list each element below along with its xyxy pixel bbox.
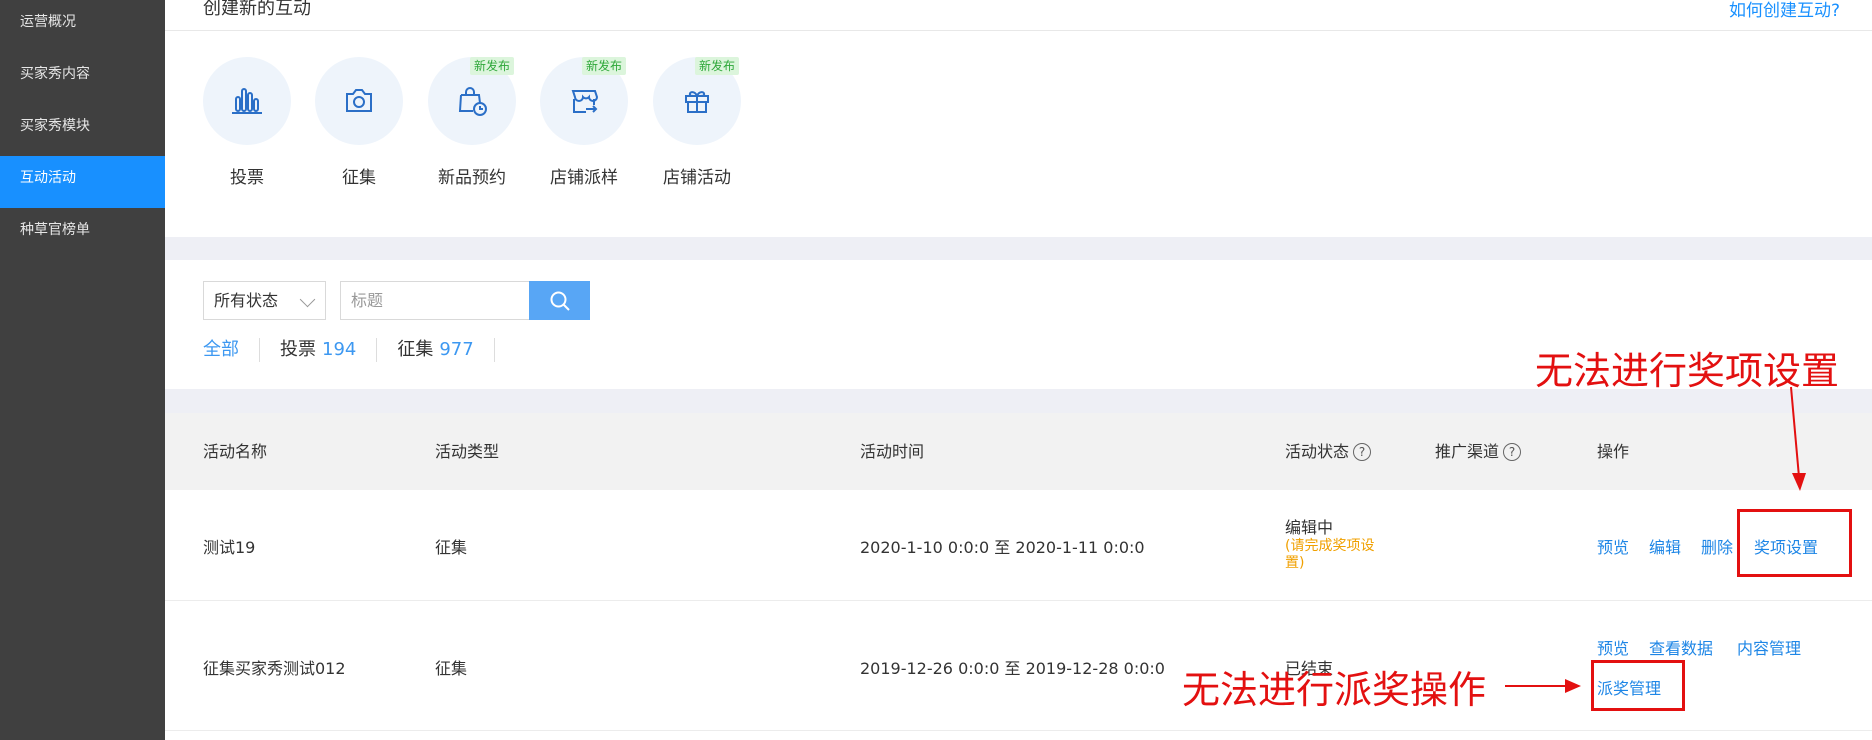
activity-time: 2019-12-26 0:0:0 至 2019-12-28 0:0:0 xyxy=(860,659,1165,678)
status-text: 编辑中 xyxy=(1285,518,1334,537)
tab-label: 投票 xyxy=(280,339,316,360)
shopping-bag-clock-icon xyxy=(458,87,487,116)
activity-status: 编辑中 (请完成奖项设 置) xyxy=(1285,514,1374,572)
status-select-value: 所有状态 xyxy=(214,291,279,310)
edit-link[interactable]: 编辑 xyxy=(1649,534,1681,558)
tab-all[interactable]: 全部 xyxy=(203,338,260,362)
new-release-badge: 新发布 xyxy=(582,57,627,75)
tab-vote[interactable]: 投票 194 xyxy=(260,338,378,362)
new-release-badge: 新发布 xyxy=(695,57,740,75)
table-header: 活动名称 活动类型 活动时间 活动状态? 推广渠道? 操作 xyxy=(165,413,1872,490)
gift-icon xyxy=(685,91,709,113)
tab-collect[interactable]: 征集 977 xyxy=(377,338,495,362)
activity-type-collect[interactable]: 征集 xyxy=(315,57,403,188)
chevron-down-icon xyxy=(299,291,316,308)
storefront-arrow-icon xyxy=(571,90,599,113)
preview-link[interactable]: 预览 xyxy=(1597,534,1629,558)
annotation-bottom: 无法进行派奖操作 xyxy=(1182,668,1487,712)
column-header-status-label: 活动状态 xyxy=(1285,442,1350,461)
search-input[interactable] xyxy=(340,281,530,320)
activity-type-store-event[interactable]: 店铺活动 新发布 xyxy=(653,57,741,188)
column-header-status: 活动状态? xyxy=(1285,413,1372,490)
arrow-down-icon xyxy=(1790,386,1806,491)
camera-icon xyxy=(346,89,372,112)
activity-type-vote[interactable]: 投票 xyxy=(203,57,291,188)
filter-tabs: 全部 投票 194 征集 977 xyxy=(203,338,495,362)
sidebar-item-buyer-show-module[interactable]: 买家秀模块 xyxy=(0,104,165,156)
activity-type-label: 店铺派样 xyxy=(550,168,618,188)
table-row: 测试19 征集 2020-1-10 0:0:0 至 2020-1-11 0:0:… xyxy=(165,490,1872,601)
activity-name: 征集买家秀测试012 xyxy=(203,659,346,678)
column-header-ops: 操作 xyxy=(1597,442,1630,461)
activity-type-label: 征集 xyxy=(342,168,376,188)
status-warning-line2: 置) xyxy=(1285,555,1305,571)
bar-chart-icon xyxy=(232,88,262,114)
column-header-channel-label: 推广渠道 xyxy=(1435,442,1500,461)
activity-type-label: 投票 xyxy=(230,168,264,188)
view-data-link[interactable]: 查看数据 xyxy=(1649,635,1713,659)
help-link[interactable]: 如何创建互动? xyxy=(1729,0,1840,21)
column-header-name: 活动名称 xyxy=(203,442,268,461)
sidebar-item-grass-ranking[interactable]: 种草官榜单 xyxy=(0,208,165,260)
arrow-right-icon xyxy=(1505,679,1581,693)
activity-type-label: 新品预约 xyxy=(438,168,506,188)
divider xyxy=(165,30,1872,31)
search-button[interactable] xyxy=(529,281,590,320)
vote-button[interactable] xyxy=(203,57,291,145)
content-management-link[interactable]: 内容管理 xyxy=(1737,635,1801,659)
tab-label: 全部 xyxy=(203,339,239,360)
delete-link[interactable]: 删除 xyxy=(1701,534,1733,558)
column-header-type: 活动类型 xyxy=(435,442,500,461)
collect-button[interactable] xyxy=(315,57,403,145)
tab-count: 194 xyxy=(322,339,357,360)
tab-count: 977 xyxy=(439,339,474,360)
section-divider xyxy=(165,237,1872,260)
preview-link[interactable]: 预览 xyxy=(1597,635,1629,659)
activity-type: 征集 xyxy=(435,659,468,678)
sidebar: 运营概况 买家秀内容 买家秀模块 互动活动 种草官榜单 xyxy=(0,0,165,740)
column-header-time: 活动时间 xyxy=(860,442,925,461)
prize-settings-highlight-box xyxy=(1737,509,1852,577)
prize-distribution-highlight-box xyxy=(1591,660,1685,711)
activity-name: 测试19 xyxy=(203,538,256,557)
sidebar-item-overview[interactable]: 运营概况 xyxy=(0,0,165,52)
activity-type-label: 店铺活动 xyxy=(663,168,731,188)
page-title: 创建新的互动 xyxy=(203,0,311,19)
help-question-icon[interactable]: ? xyxy=(1503,443,1522,461)
sidebar-item-buyer-show-content[interactable]: 买家秀内容 xyxy=(0,52,165,104)
sidebar-item-interactive-activities[interactable]: 互动活动 xyxy=(0,156,165,208)
activity-type-new-product-reservation[interactable]: 新品预约 新发布 xyxy=(428,57,516,188)
activity-type-store-sample[interactable]: 店铺派样 新发布 xyxy=(540,57,628,188)
column-header-channel: 推广渠道? xyxy=(1435,413,1522,490)
help-question-icon[interactable]: ? xyxy=(1353,443,1372,461)
search-icon xyxy=(550,291,570,311)
activity-time: 2020-1-10 0:0:0 至 2020-1-11 0:0:0 xyxy=(860,538,1145,557)
status-warning-line1: (请完成奖项设 xyxy=(1285,538,1375,554)
status-select[interactable]: 所有状态 xyxy=(203,281,326,320)
activity-type: 征集 xyxy=(435,538,468,557)
new-release-badge: 新发布 xyxy=(470,57,515,75)
tab-label: 征集 xyxy=(397,339,434,360)
